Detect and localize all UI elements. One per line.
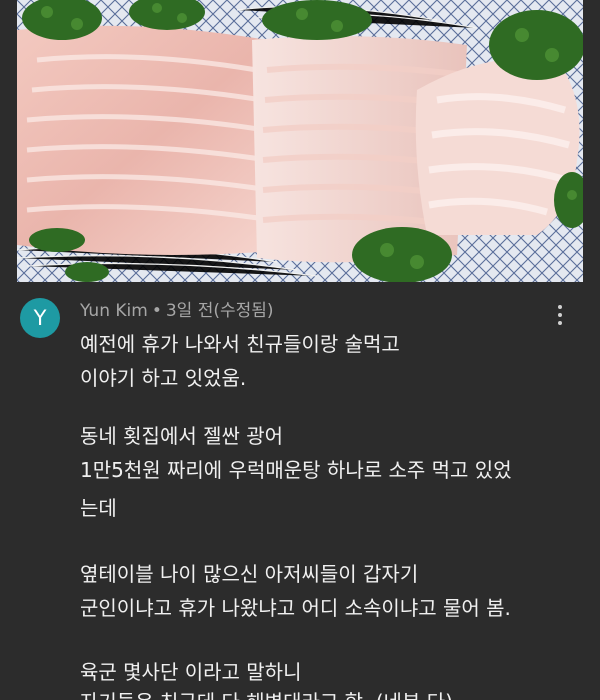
more-options-icon[interactable]: [548, 300, 572, 330]
comment-line: 는데: [80, 496, 117, 520]
meta-separator: •: [151, 301, 162, 321]
dot: [558, 313, 562, 317]
comment-line: 동네 횟집에서 젤싼 광어: [80, 424, 284, 448]
comment-line: 자기들은 친구데 다 해병대라고 함. (네분 다): [80, 686, 453, 700]
avatar-letter: Y: [33, 306, 47, 330]
comment-line: 군인이냐고 휴가 나왔냐고 어디 소속이냐고 물어 봄.: [80, 596, 511, 620]
comment-header: Yun Kim • 3일 전(수정됨): [80, 296, 274, 321]
comment-line: 옆테이블 나이 많으신 아저씨들이 갑자기: [80, 562, 419, 586]
avatar[interactable]: Y: [20, 298, 60, 338]
author-name[interactable]: Yun Kim: [80, 301, 148, 321]
dot: [558, 321, 562, 325]
comment-line: 예전에 휴가 나와서 친규들이랑 술먹고: [80, 332, 400, 356]
comment-line: 1만5천원 짜리에 우럭매운탕 하나로 소주 먹고 있었: [80, 458, 512, 482]
sashimi-platter-image: [17, 0, 583, 282]
comment-page: Y Yun Kim • 3일 전(수정됨) 예전에 휴가 나와서 친규들이랑 술먹고…: [0, 0, 600, 700]
comment-timestamp[interactable]: 3일 전(수정됨): [166, 301, 274, 321]
comment-line: 육군 몇사단 이라고 말하니: [80, 660, 302, 684]
sashimi-photo[interactable]: [17, 0, 583, 282]
dot: [558, 305, 562, 309]
comment-line: 이야기 하고 잇었움.: [80, 366, 247, 390]
